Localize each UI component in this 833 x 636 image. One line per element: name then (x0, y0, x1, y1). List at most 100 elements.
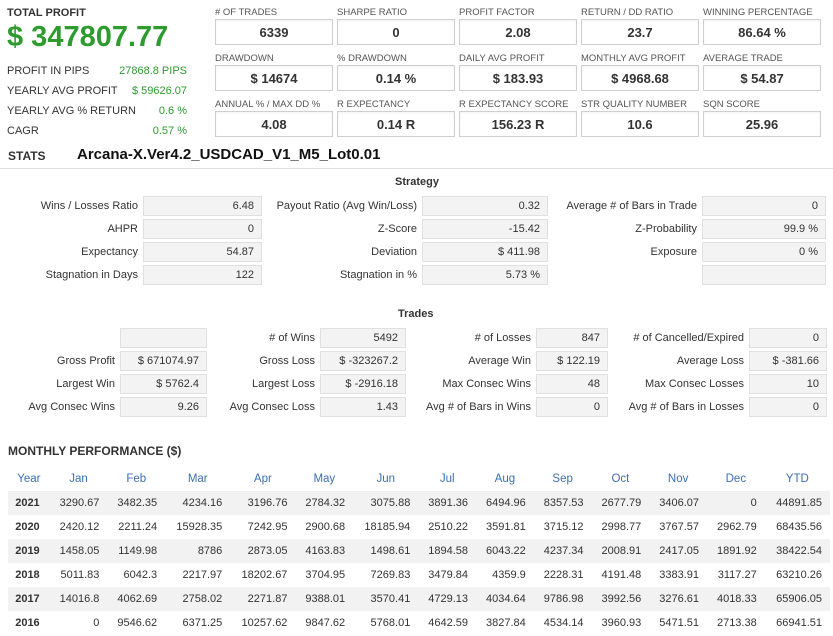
monthly-value-cell: 3482.35 (107, 491, 166, 515)
metric-label: # OF TRADES (215, 7, 278, 18)
monthly-header-may: May (295, 467, 354, 492)
strategy-value: 6.48 (143, 196, 262, 216)
monthly-value-cell: 4729.13 (418, 587, 477, 611)
trades-label: Largest Win (56, 378, 115, 390)
monthly-value-cell: 5011.83 (49, 563, 108, 587)
metric-card: RETURN / DD RATIO 23.7 (581, 7, 699, 45)
monthly-value-cell: 3992.56 (591, 587, 650, 611)
trades-label: Gross Profit (56, 355, 115, 367)
metric-label: DAILY AVG PROFIT (459, 53, 545, 64)
summary-row-label: YEARLY AVG % RETURN (7, 105, 136, 117)
monthly-header-dec: Dec (706, 467, 765, 492)
strategy-label: Stagnation in % (339, 269, 417, 281)
monthly-header-ytd: YTD (764, 467, 830, 492)
monthly-value-cell: 3704.95 (295, 563, 354, 587)
monthly-value-cell: 9546.62 (107, 611, 166, 635)
monthly-value-cell: 2008.91 (591, 539, 650, 563)
monthly-value-cell: 1498.61 (353, 539, 419, 563)
monthly-value-cell: 6042.3 (107, 563, 166, 587)
metric-label: ANNUAL % / MAX DD % (215, 99, 321, 110)
monthly-value-cell: 5768.01 (353, 611, 419, 635)
strategy-value: 5.73 % (422, 265, 548, 285)
trades-value: 0 (749, 397, 827, 417)
metric-card: ANNUAL % / MAX DD % 4.08 (215, 99, 333, 137)
trades-value: 0 (749, 328, 827, 348)
trades-label: Largest Loss (252, 378, 315, 390)
summary-row-value: 0.57 % (152, 125, 187, 137)
monthly-year-cell: 2020 (8, 515, 50, 539)
metric-card: SHARPE RATIO 0 (337, 7, 455, 45)
stats-label: STATS (8, 149, 46, 163)
metric-card: AVERAGE TRADE $ 54.87 (703, 53, 821, 91)
trades-value (120, 328, 207, 348)
monthly-value-cell: 4062.69 (107, 587, 166, 611)
monthly-value-cell: 8786 (165, 539, 231, 563)
monthly-row: 2018 5011.83 6042.3 2217.97 18202.67 3704.95 7… (8, 563, 830, 587)
strategy-label: Wins / Losses Ratio (40, 200, 138, 212)
monthly-value-cell: 4234.16 (165, 491, 231, 515)
monthly-value-cell: 4534.14 (533, 611, 592, 635)
summary-row: YEARLY AVG PROFIT $ 59626.07 (7, 81, 187, 101)
monthly-header-year: Year (8, 467, 50, 492)
monthly-header-sep: Sep (533, 467, 592, 492)
monthly-header-jul: Jul (418, 467, 477, 492)
metric-card: MONTHLY AVG PROFIT $ 4968.68 (581, 53, 699, 91)
summary-row-label: PROFIT IN PIPS (7, 65, 90, 77)
monthly-value-cell: 2962.79 (706, 515, 765, 539)
monthly-row: 2020 2420.12 2211.24 15928.35 7242.95 2900.68… (8, 515, 830, 539)
strategy-label: Payout Ratio (Avg Win/Loss) (276, 200, 417, 212)
metric-card: R EXPECTANCY 0.14 R (337, 99, 455, 137)
metric-value: $ 4968.68 (581, 65, 699, 91)
stats-header: STATS Arcana-X.Ver4.2_USDCAD_V1_M5_Lot0.… (0, 143, 833, 169)
monthly-row: 2017 14016.8 4062.69 2758.02 2271.87 9388.01 3… (8, 587, 830, 611)
monthly-value-cell: 3406.07 (649, 491, 707, 515)
metric-label: MONTHLY AVG PROFIT (581, 53, 686, 64)
trades-value: $ 122.19 (536, 351, 608, 371)
strategy-value: 99.9 % (702, 219, 826, 239)
monthly-year-cell: 2017 (8, 587, 50, 611)
trades-label: Avg Consec Loss (229, 401, 315, 413)
metric-label: SHARPE RATIO (337, 7, 408, 18)
strategy-value: 0 (143, 219, 262, 239)
monthly-value-cell: 9847.62 (295, 611, 354, 635)
monthly-header-apr: Apr (230, 467, 296, 492)
strategy-value (702, 265, 826, 285)
monthly-value-cell: 3767.57 (649, 515, 707, 539)
metric-card: DAILY AVG PROFIT $ 183.93 (459, 53, 577, 91)
metric-label: STR QUALITY NUMBER (581, 99, 687, 110)
trades-value: 9.26 (120, 397, 207, 417)
monthly-value-cell: 7242.95 (230, 515, 296, 539)
monthly-value-cell: 5471.51 (649, 611, 707, 635)
metric-card: WINNING PERCENTAGE 86.64 % (703, 7, 821, 45)
metric-value: $ 54.87 (703, 65, 821, 91)
monthly-value-cell: 3715.12 (533, 515, 592, 539)
trades-label: Average Win (468, 355, 531, 367)
monthly-value-cell: 2677.79 (591, 491, 650, 515)
monthly-value-cell: 2211.24 (107, 515, 166, 539)
metric-label: R EXPECTANCY (337, 99, 411, 110)
monthly-value-cell: 2784.32 (295, 491, 354, 515)
strategy-value: 0 % (702, 242, 826, 262)
monthly-year-cell: 2018 (8, 563, 50, 587)
summary-row: YEARLY AVG % RETURN 0.6 % (7, 101, 187, 121)
metric-value: $ 183.93 (459, 65, 577, 91)
metric-value: 25.96 (703, 111, 821, 137)
strategy-label: AHPR (107, 223, 138, 235)
metric-card: % DRAWDOWN 0.14 % (337, 53, 455, 91)
trades-label: # of Wins (269, 332, 315, 344)
monthly-value-cell: 14016.8 (49, 587, 108, 611)
strategy-name: Arcana-X.Ver4.2_USDCAD_V1_M5_Lot0.01 (77, 146, 381, 163)
monthly-value-cell: 2217.97 (165, 563, 231, 587)
trades-value: 0 (536, 397, 608, 417)
metric-label: SQN SCORE (703, 99, 761, 110)
monthly-value-cell: 4034.64 (476, 587, 534, 611)
monthly-year-cell: 2021 (8, 491, 50, 515)
metric-card: # OF TRADES 6339 (215, 7, 333, 45)
monthly-value-cell: 6043.22 (476, 539, 534, 563)
metric-label: PROFIT FACTOR (459, 7, 535, 18)
strategy-value: 122 (143, 265, 262, 285)
metric-label: AVERAGE TRADE (703, 53, 783, 64)
strategy-label: Z-Score (377, 223, 417, 235)
metric-value: 156.23 R (459, 111, 577, 137)
strategy-value: 54.87 (143, 242, 262, 262)
